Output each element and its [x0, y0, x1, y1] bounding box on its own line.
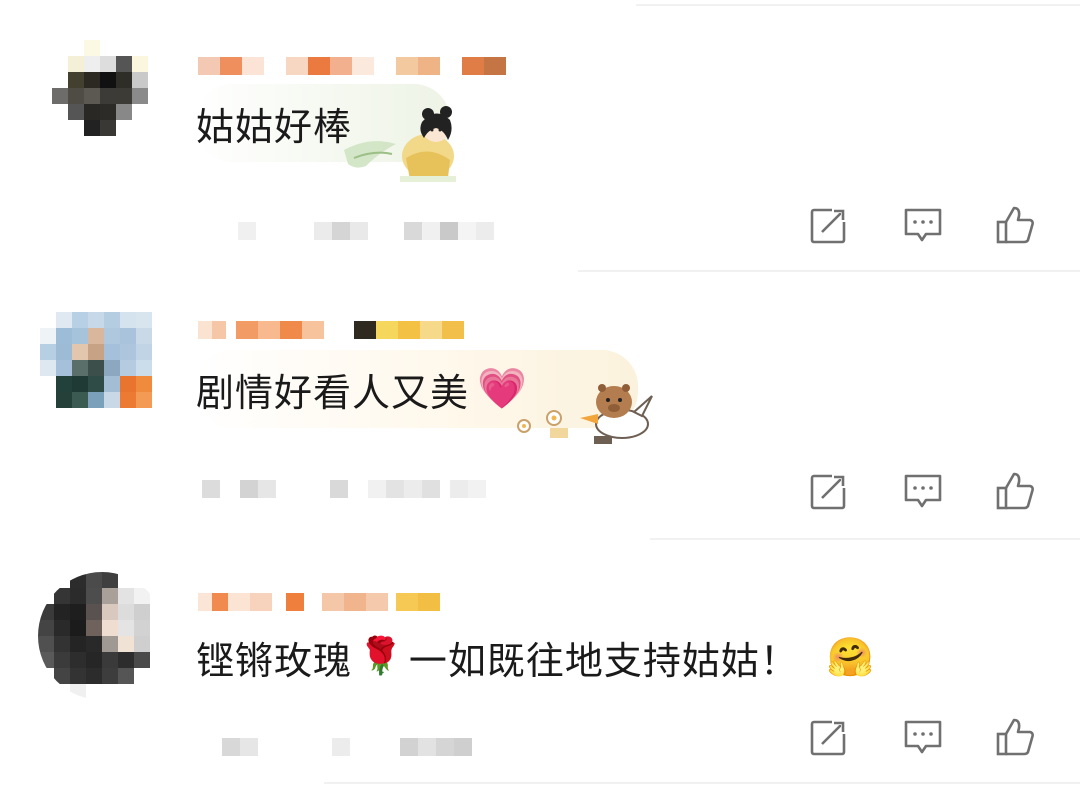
comment-item: 姑姑好棒 — [0, 0, 1080, 266]
comment-actions — [808, 470, 1040, 514]
username-blurred[interactable] — [198, 590, 440, 614]
share-button[interactable] — [808, 204, 850, 246]
thumbs-up-icon — [996, 472, 1034, 510]
like-button[interactable] — [994, 470, 1036, 512]
avatar[interactable] — [38, 572, 166, 700]
rose-emoji: 🌹 — [358, 636, 403, 677]
reply-icon — [904, 474, 942, 508]
username-blurred[interactable] — [198, 318, 464, 342]
reply-button[interactable] — [902, 204, 944, 246]
comment-bubble: 铿锵玫瑰 🌹 一如既往地支持姑姑！ 🤗 — [196, 618, 916, 696]
share-icon — [810, 719, 847, 756]
share-icon — [810, 473, 847, 510]
meta-row-blurred — [202, 480, 486, 498]
comment-actions — [808, 204, 1040, 248]
thumbs-up-icon — [996, 718, 1034, 756]
share-icon — [810, 207, 847, 244]
reply-icon — [904, 720, 942, 754]
comment-item: 铿锵玫瑰 🌹 一如既往地支持姑姑！ 🤗 — [0, 538, 1080, 790]
meta-row-blurred — [222, 738, 472, 756]
comment-item: 剧情好看人又美 💗 — [0, 270, 1080, 536]
share-button[interactable] — [808, 716, 850, 758]
reply-button[interactable] — [902, 470, 944, 512]
reply-icon — [904, 208, 942, 242]
share-button[interactable] — [808, 470, 850, 512]
avatar[interactable] — [40, 312, 168, 424]
avatar[interactable] — [52, 40, 164, 152]
comment-text: 剧情好看人又美 — [196, 370, 470, 415]
username-blurred[interactable] — [198, 54, 506, 78]
hug-emoji: 🤗 — [826, 635, 875, 679]
thumbs-up-icon — [996, 206, 1034, 244]
comment-text-continued: 一如既往地支持姑姑！ — [408, 638, 799, 683]
comment-actions — [808, 716, 1040, 760]
comment-text: 姑姑好棒 — [196, 104, 353, 149]
comment-text: 铿锵玫瑰 — [196, 638, 353, 683]
meta-row-blurred — [238, 222, 494, 240]
girl-sticker — [344, 106, 456, 182]
reply-button[interactable] — [902, 716, 944, 758]
like-button[interactable] — [994, 204, 1036, 246]
bottom-divider — [324, 782, 1080, 784]
capybara-duck-sticker — [517, 384, 653, 444]
like-button[interactable] — [994, 716, 1036, 758]
